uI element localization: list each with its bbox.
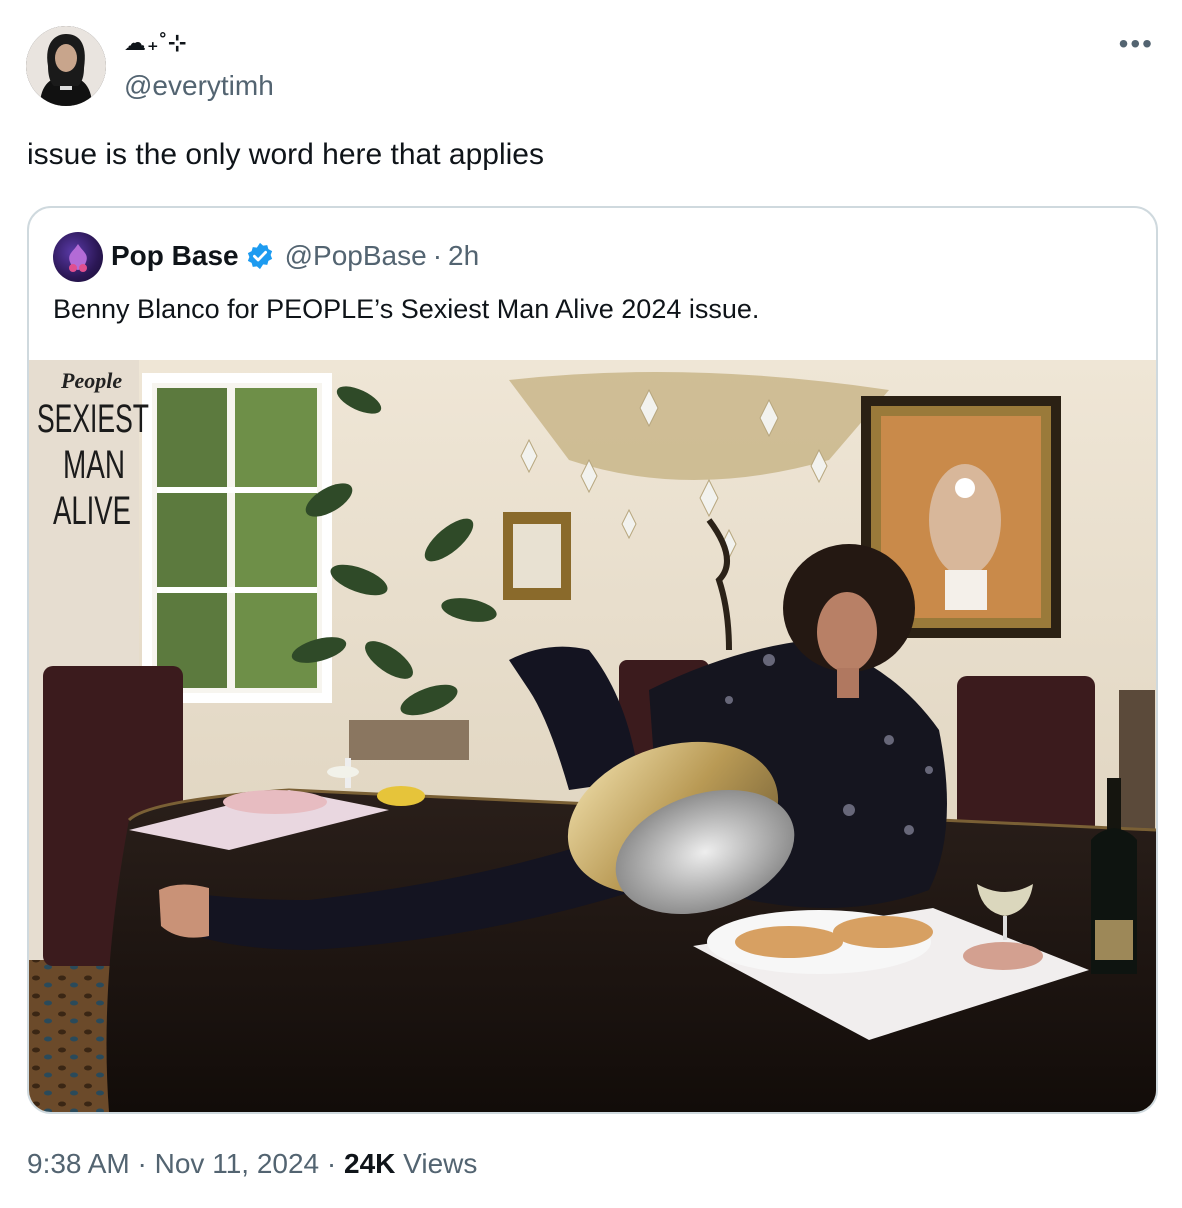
views-label: Views bbox=[403, 1148, 478, 1179]
meta-separator: · bbox=[137, 1148, 147, 1179]
profile-avatar-icon bbox=[26, 26, 106, 106]
quoted-author-handle[interactable]: @PopBase bbox=[285, 240, 427, 272]
tweet-text: issue is the only word here that applies bbox=[27, 138, 544, 171]
more-horizontal-icon[interactable]: ••• bbox=[1119, 30, 1154, 58]
quoted-tweet-card[interactable]: Pop Base @PopBase · 2h Benny Blanco for … bbox=[27, 206, 1158, 1114]
verified-badge-icon bbox=[245, 241, 275, 271]
author-handle[interactable]: @everytimh bbox=[124, 70, 274, 102]
meta-separator: · bbox=[326, 1148, 337, 1179]
quoted-separator: · bbox=[432, 240, 443, 271]
quoted-media-image[interactable]: People SEXIEST MAN ALIVE bbox=[29, 360, 1156, 1112]
quoted-header: Pop Base @PopBase · 2h bbox=[111, 240, 479, 272]
magazine-logo: People bbox=[60, 368, 122, 393]
cover-line-man: MAN bbox=[63, 443, 125, 487]
views-count[interactable]: 24K bbox=[344, 1148, 395, 1179]
quoted-author-name[interactable]: Pop Base bbox=[111, 240, 239, 272]
cover-line-sexiest: SEXIEST bbox=[37, 397, 149, 441]
quoted-timestamp[interactable]: 2h bbox=[448, 240, 479, 272]
author-avatar[interactable] bbox=[26, 26, 106, 106]
cover-line-alive: ALIVE bbox=[53, 489, 131, 533]
author-display-name[interactable]: ☁︎₊˚⊹ bbox=[124, 30, 187, 56]
tweet-date[interactable]: Nov 11, 2024 bbox=[155, 1148, 320, 1179]
tweet-meta: 9:38 AM · Nov 11, 2024 · 24K Views bbox=[27, 1148, 477, 1180]
tweet-time[interactable]: 9:38 AM bbox=[27, 1148, 130, 1179]
quoted-tweet-text: Benny Blanco for PEOPLE’s Sexiest Man Al… bbox=[53, 294, 760, 324]
pop-base-logo-icon bbox=[69, 244, 87, 272]
quoted-author-avatar[interactable] bbox=[53, 232, 103, 282]
